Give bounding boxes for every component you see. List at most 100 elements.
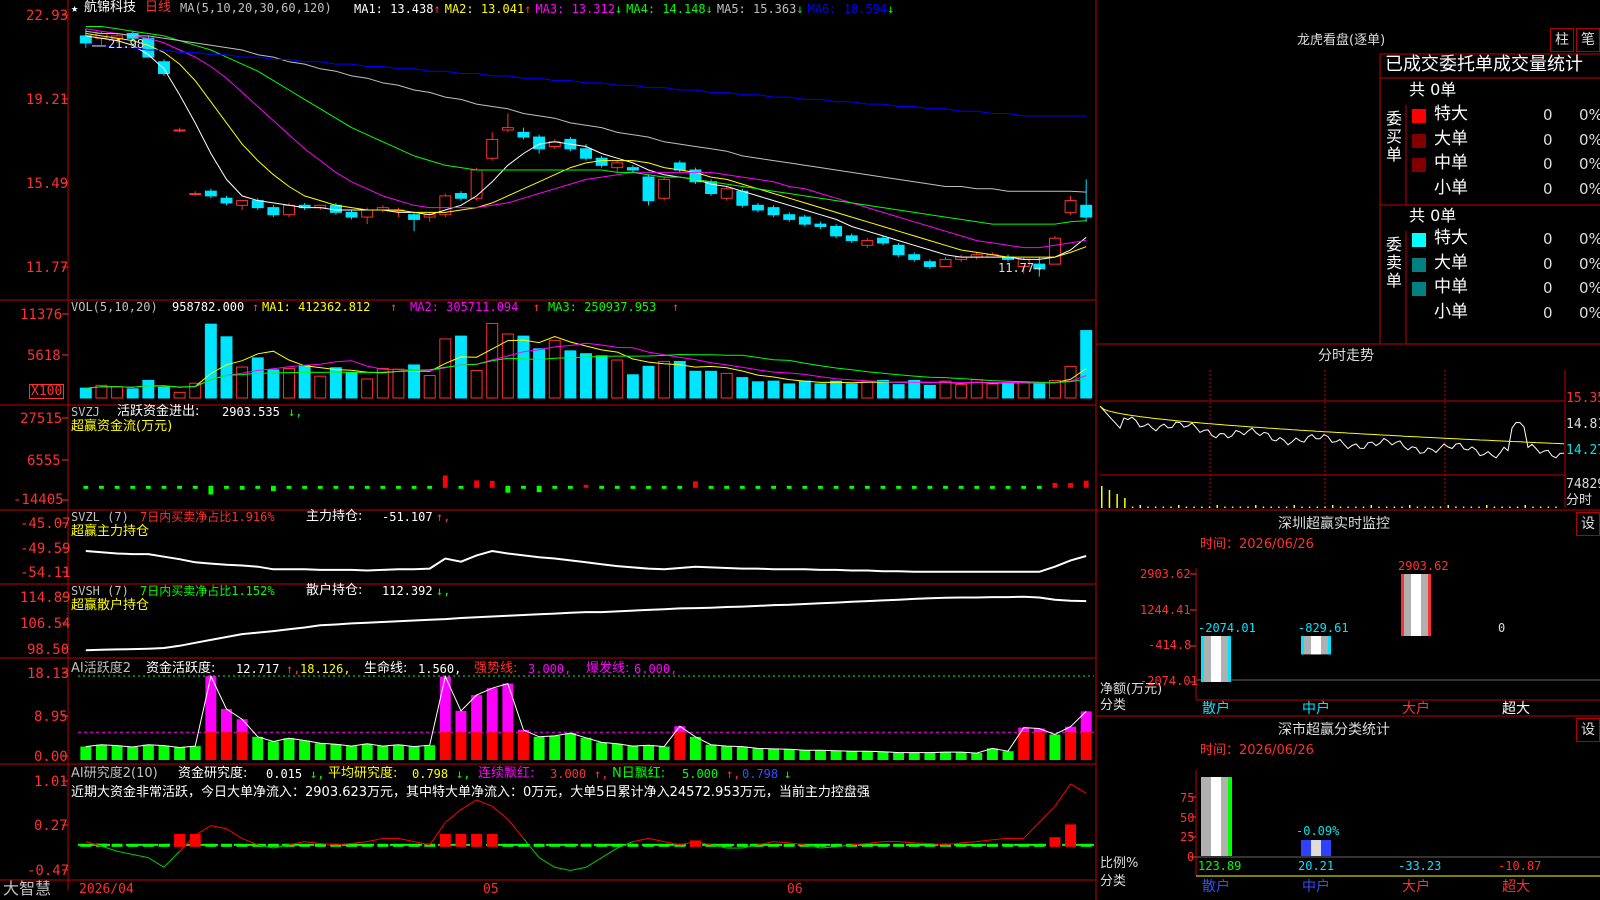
activity-bar xyxy=(455,732,467,760)
activity-bar xyxy=(893,752,905,760)
monitor-settings-button[interactable]: 设 xyxy=(1576,512,1600,536)
svzj-y-tick-1: 27515 xyxy=(20,411,63,427)
candle xyxy=(533,136,546,150)
retail-holding-line xyxy=(85,595,1087,652)
volume-bar xyxy=(877,379,889,399)
svsh-sub: 超赢散户持仓 xyxy=(71,598,150,613)
svsh-label: 散户持仓: xyxy=(306,583,363,598)
fund-flow-bar xyxy=(177,485,183,489)
fund-flow-bar xyxy=(739,485,745,489)
activity-bar xyxy=(283,738,295,760)
stock-name[interactable]: 航锦科技 xyxy=(84,1,136,14)
activity-bar xyxy=(142,744,154,760)
fund-flow-bar xyxy=(349,485,354,489)
ai-active-y-tick-3: 0.00 xyxy=(34,749,68,765)
intraday-volume-bar xyxy=(1524,505,1526,508)
intraday-avg-line xyxy=(1099,405,1565,445)
intraday-volume-bar xyxy=(1332,505,1334,508)
intraday-volume-bar xyxy=(1409,505,1411,508)
monitor-bar-highlight xyxy=(1411,574,1421,636)
tick-view-button[interactable]: 笔 xyxy=(1576,28,1600,52)
sell-color-swatch xyxy=(1412,257,1426,272)
activity-bar xyxy=(861,751,873,760)
classify-settings-button[interactable]: 设 xyxy=(1576,718,1600,742)
buy-color-swatch xyxy=(1412,158,1426,172)
ai-research-a1: ↓, xyxy=(310,767,325,781)
research-bar xyxy=(299,843,311,847)
sell-row-label: 小单 xyxy=(1434,301,1468,322)
vol-arrow: ↑ xyxy=(252,300,260,314)
research-bar xyxy=(768,843,780,847)
sell-row-volume: 0 xyxy=(1543,254,1553,273)
svsh-y-tick-1: 114.89 xyxy=(20,590,71,606)
ma-value-number: 13.438 xyxy=(382,2,434,16)
date-label-2: 05 xyxy=(483,882,499,897)
activity-bar xyxy=(533,736,545,760)
candle xyxy=(1080,204,1093,218)
volume-bar xyxy=(830,380,843,399)
monitor-value-label: 0 xyxy=(1498,621,1506,635)
buy-side-label: 委买单 xyxy=(1385,109,1402,164)
candle xyxy=(345,211,358,218)
fund-flow-bar xyxy=(724,485,730,489)
research-line-seg xyxy=(914,842,930,845)
volume-bar xyxy=(845,383,858,399)
volume-bar xyxy=(814,383,827,399)
volume-bar xyxy=(705,370,718,399)
ma-value-2: MA2: 13.041↑ xyxy=(445,2,532,16)
candle xyxy=(736,190,749,206)
classify-bar-highlight xyxy=(1211,777,1221,856)
research-bar xyxy=(518,843,529,847)
sell-side-label: 委卖单 xyxy=(1385,235,1402,290)
intraday-volume-bar xyxy=(1486,505,1488,508)
activity-bar xyxy=(424,745,436,760)
volume-bar xyxy=(1033,383,1046,399)
intraday-volume-bar xyxy=(1262,506,1265,508)
monitor-y-tick-3: -414.8 xyxy=(1148,638,1192,652)
column-view-button[interactable]: 柱 xyxy=(1550,28,1574,52)
volume-bar xyxy=(345,372,358,399)
candle xyxy=(814,223,827,227)
svzl-sub: 超赢主力持仓 xyxy=(71,524,150,539)
research-bar xyxy=(158,843,170,847)
ma-value-arrow: ↓ xyxy=(796,2,804,16)
candle xyxy=(236,200,249,206)
ai-research-y-tick-3: -0.47 xyxy=(27,863,70,879)
candle xyxy=(908,254,921,260)
intraday-volume-bar xyxy=(1185,506,1188,508)
fund-flow-bar xyxy=(458,485,464,489)
volume-bar xyxy=(204,323,217,399)
ai-active-l5: 爆发线: xyxy=(586,661,630,676)
table-title: 已成交委托单成交量统计 xyxy=(1385,54,1583,75)
fund-flow-bar xyxy=(521,485,526,489)
intraday-volume-bar xyxy=(1455,506,1457,508)
fund-flow-bar xyxy=(208,485,214,495)
buy-color-swatch xyxy=(1412,182,1426,197)
period-label[interactable]: 日线 xyxy=(145,1,171,14)
volume-bar xyxy=(1017,381,1030,399)
stock-chart-canvas[interactable] xyxy=(0,0,1600,900)
svzj-y-tick-2: 6555 xyxy=(27,453,61,469)
ai-research-l1: 资金研究度: xyxy=(178,766,248,781)
research-bar xyxy=(471,833,483,847)
research-bar xyxy=(689,840,701,847)
research-bar xyxy=(236,843,248,847)
sell-row-percent: 0% xyxy=(1579,230,1600,248)
sell-color-swatch xyxy=(1412,306,1426,321)
ma-line-ma5 xyxy=(85,30,1087,193)
activity-bar xyxy=(1049,734,1061,760)
ma-value-label: MA6: xyxy=(807,2,837,16)
activity-bar xyxy=(564,733,576,760)
activity-bar xyxy=(518,732,529,760)
activity-bar xyxy=(596,742,608,760)
research-bar xyxy=(267,843,279,847)
main-y-tick-1: 22.93 xyxy=(26,8,69,24)
monitor-time: 时间：2026/06/26 xyxy=(1200,537,1314,552)
research-bar xyxy=(596,843,608,847)
candle xyxy=(283,204,295,216)
intraday-y-tick-2: 14.81 xyxy=(1566,417,1600,432)
svsh-title: SVSH (7) xyxy=(71,584,129,598)
research-line-seg xyxy=(976,839,993,843)
candle xyxy=(470,169,483,199)
fund-flow-bar xyxy=(677,485,683,489)
